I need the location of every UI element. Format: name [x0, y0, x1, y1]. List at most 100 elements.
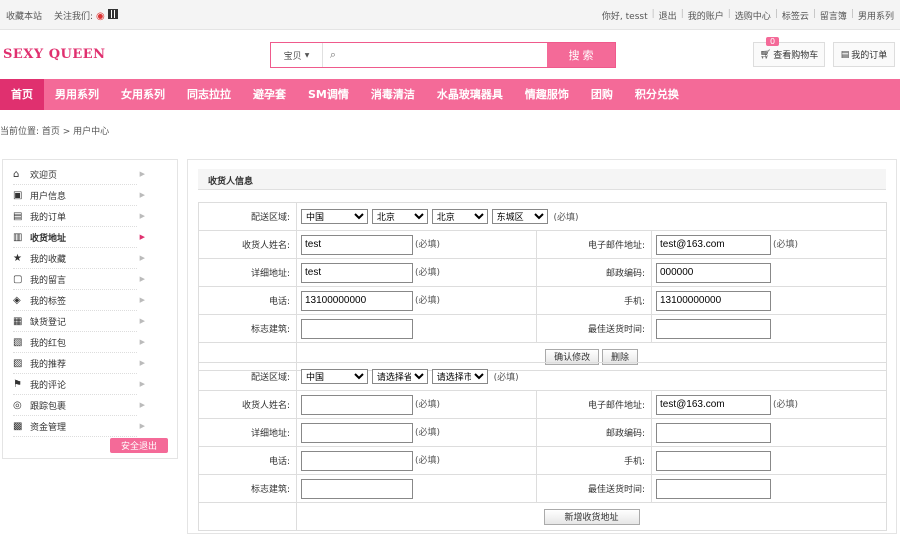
landmark-label: 标志建筑:	[198, 314, 297, 343]
name-cell: (必填)	[296, 390, 537, 419]
secure-logout-button[interactable]: 安全退出	[110, 438, 168, 453]
search-input[interactable]	[343, 43, 547, 67]
site-logo[interactable]: SEXY QUEEN	[3, 47, 106, 62]
email-input[interactable]	[656, 234, 771, 255]
my-account-link[interactable]: 我的账户	[688, 9, 724, 22]
best-time-input[interactable]	[656, 478, 771, 499]
search-icon: ⌕	[329, 48, 337, 61]
sidebar-item[interactable]: ◈ 我的标签 ▶	[13, 290, 145, 311]
sidebar-item-label: 收货地址	[30, 233, 67, 244]
logout-link[interactable]: 退出	[659, 9, 677, 22]
sidebar-item[interactable]: ⌂ 欢迎页 ▶	[13, 164, 145, 185]
follow-us: 关注我们: ◉	[54, 9, 118, 22]
table-row: 标志建筑: 最佳送货时间:	[198, 474, 888, 503]
male-series-link[interactable]: 男用系列	[858, 9, 894, 22]
my-orders-button[interactable]: ▤ 我的订单	[833, 42, 895, 67]
province-select[interactable]: 北京	[371, 209, 428, 224]
nav-sm[interactable]: SM调情	[297, 79, 360, 110]
phone-input[interactable]	[301, 290, 413, 311]
add-address-button[interactable]: 新增收货地址	[543, 508, 640, 525]
view-cart-button[interactable]: 0 🛒︎ 查看购物车	[753, 37, 825, 67]
address-panel: 收货人信息 配送区域: 中国 北京 北京 东城区 (必填) 收货人姓名: (必填…	[187, 159, 897, 534]
mobile-input[interactable]	[656, 290, 771, 311]
search-bar: 宝贝 ▼ ⌕ 搜 索	[270, 42, 616, 68]
sidebar-item-label: 我的标签	[30, 296, 67, 307]
province-select[interactable]: 请选择省	[371, 369, 428, 384]
nav-female-series[interactable]: 女用系列	[110, 79, 176, 110]
zipcode-input[interactable]	[656, 262, 771, 283]
chevron-right-icon: ▶	[139, 380, 145, 388]
guestbook-link[interactable]: 留言簿	[820, 9, 847, 22]
landmark-input[interactable]	[301, 478, 413, 499]
phone-input[interactable]	[301, 450, 413, 471]
mobile-label: 手机:	[536, 286, 652, 315]
qr-code-icon[interactable]	[107, 9, 118, 19]
landmark-input[interactable]	[301, 318, 413, 339]
email-input[interactable]	[656, 394, 771, 415]
breadcrumb: 当前位置: 首页 > 用户中心	[0, 127, 110, 137]
sidebar-item[interactable]: ▤ 我的订单 ▶	[13, 206, 145, 227]
address-input[interactable]	[301, 422, 413, 443]
chevron-right-icon: ▶	[139, 233, 145, 241]
table-row: 标志建筑: 最佳送货时间:	[198, 314, 888, 343]
weibo-icon[interactable]: ◉	[96, 11, 105, 22]
sidebar-item[interactable]: ▣ 用户信息 ▶	[13, 185, 145, 206]
sidebar-item[interactable]: ▦ 缺货登记 ▶	[13, 311, 145, 332]
nav-home[interactable]: 首页	[0, 79, 44, 110]
email-label: 电子邮件地址:	[536, 230, 652, 259]
name-input[interactable]	[301, 234, 413, 255]
shopping-center-link[interactable]: 选购中心	[735, 9, 771, 22]
nav-crystal-glass[interactable]: 水晶玻璃器具	[426, 79, 514, 110]
sidebar-item[interactable]: ◎ 跟踪包裹 ▶	[13, 395, 145, 416]
nav-group-buy[interactable]: 团购	[580, 79, 624, 110]
table-row: 收货人姓名: (必填) 电子邮件地址: (必填)	[198, 230, 888, 259]
chevron-right-icon: ▶	[139, 401, 145, 409]
bookmark-link[interactable]: 收藏本站	[6, 9, 42, 22]
nav-male-series[interactable]: 男用系列	[44, 79, 110, 110]
chevron-right-icon: ▶	[139, 422, 145, 430]
flag-icon: ⚑	[13, 378, 22, 390]
name-input[interactable]	[301, 394, 413, 415]
phone-cell: (必填)	[296, 446, 537, 475]
chevron-right-icon: ▶	[139, 296, 145, 304]
district-select[interactable]: 东城区	[491, 209, 548, 224]
chevron-right-icon: ▶	[139, 191, 145, 199]
nav-points-exchange[interactable]: 积分兑换	[624, 79, 690, 110]
required-note: (必填)	[553, 212, 579, 223]
city-select[interactable]: 北京	[431, 209, 488, 224]
nav-lgbt[interactable]: 同志拉拉	[176, 79, 242, 110]
tag-icon: ◈	[13, 294, 21, 306]
star-icon: ★	[13, 252, 22, 264]
sidebar-item-label: 我的留言	[30, 275, 67, 286]
sidebar-item[interactable]: ▥ 收货地址 ▶	[13, 227, 145, 248]
nav-condoms[interactable]: 避孕套	[242, 79, 297, 110]
chevron-right-icon: ▶	[139, 254, 145, 262]
zipcode-input[interactable]	[656, 422, 771, 443]
sidebar-item[interactable]: ▨ 我的推荐 ▶	[13, 353, 145, 374]
top-bar-left: 收藏本站 关注我们: ◉	[6, 9, 118, 22]
landmark-label: 标志建筑:	[198, 474, 297, 503]
sidebar-item[interactable]: ⚑ 我的评论 ▶	[13, 374, 145, 395]
region-label: 配送区域:	[198, 362, 297, 391]
search-category-dropdown[interactable]: 宝贝 ▼	[271, 43, 323, 67]
nav-cleaning[interactable]: 消毒清洁	[360, 79, 426, 110]
city-select[interactable]: 请选择市	[431, 369, 488, 384]
tag-cloud-link[interactable]: 标签云	[782, 9, 809, 22]
email-cell: (必填)	[650, 390, 888, 419]
best-time-label: 最佳送货时间:	[536, 314, 652, 343]
mobile-input[interactable]	[656, 450, 771, 471]
search-button[interactable]: 搜 索	[547, 43, 615, 67]
address-input[interactable]	[301, 262, 413, 283]
document-icon: ▤	[13, 210, 23, 222]
sidebar-item[interactable]: ★ 我的收藏 ▶	[13, 248, 145, 269]
sidebar-item[interactable]: ▢ 我的留言 ▶	[13, 269, 145, 290]
sidebar-item[interactable]: ▧ 我的红包 ▶	[13, 332, 145, 353]
region-cell: 中国 北京 北京 东城区 (必填)	[295, 202, 888, 231]
country-select[interactable]: 中国	[301, 369, 368, 384]
nav-lingerie[interactable]: 情趣服饰	[514, 79, 580, 110]
address-form-2: 配送区域: 中国 请选择省 请选择市 (必填) 收货人姓名: (必填) 电子邮件…	[198, 362, 888, 531]
phone-label: 电话:	[198, 446, 297, 475]
best-time-input[interactable]	[656, 318, 771, 339]
country-select[interactable]: 中国	[301, 209, 368, 224]
sidebar-item[interactable]: ▩ 资金管理 ▶	[13, 416, 145, 437]
